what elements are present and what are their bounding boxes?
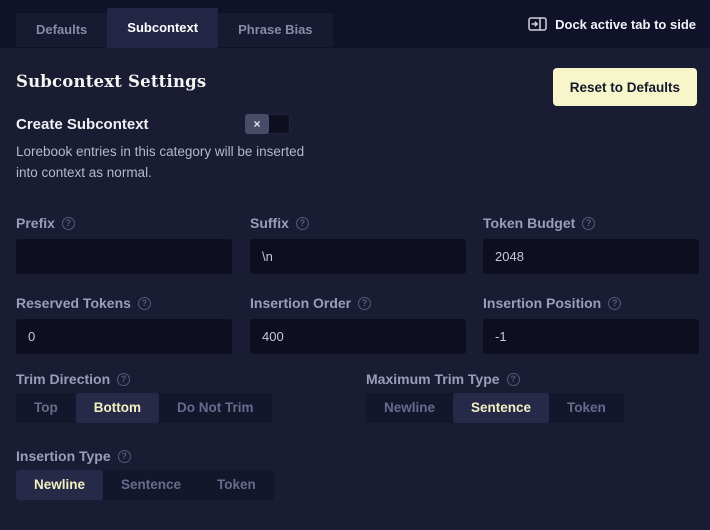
insertion-token-button[interactable]: Token bbox=[199, 470, 274, 500]
help-icon[interactable]: ? bbox=[608, 296, 622, 310]
create-subcontext-description: Lorebook entries in this category will b… bbox=[16, 142, 304, 183]
dock-active-tab-label: Dock active tab to side bbox=[555, 16, 696, 32]
maximum-trim-type-buttons: Newline Sentence Token bbox=[366, 393, 624, 423]
subcontext-settings-panel: Defaults Subcontext Phrase Bias Dock act… bbox=[0, 0, 710, 530]
maximum-trim-type-label: Maximum Trim Type bbox=[366, 371, 500, 387]
insertion-newline-button[interactable]: Newline bbox=[16, 470, 104, 500]
description-line: into context as normal. bbox=[16, 164, 152, 180]
dock-active-tab-button[interactable]: Dock active tab to side bbox=[528, 0, 696, 48]
prefix-input[interactable] bbox=[16, 239, 232, 274]
max-trim-token-button[interactable]: Token bbox=[549, 393, 624, 423]
help-icon[interactable]: ? bbox=[117, 449, 131, 463]
insertion-order-input[interactable] bbox=[250, 319, 466, 354]
reserved-tokens-label: Reserved Tokens bbox=[16, 295, 131, 311]
trim-bottom-button[interactable]: Bottom bbox=[75, 393, 159, 423]
trim-direction-buttons: Top Bottom Do Not Trim bbox=[16, 393, 272, 423]
insertion-order-field: Insertion Order ? bbox=[250, 295, 466, 354]
suffix-input[interactable] bbox=[250, 239, 466, 274]
suffix-field: Suffix ? bbox=[250, 215, 466, 274]
help-icon[interactable]: ? bbox=[358, 296, 372, 310]
help-icon[interactable]: ? bbox=[117, 372, 131, 386]
prefix-label: Prefix bbox=[16, 215, 55, 231]
create-subcontext-label: Create Subcontext bbox=[16, 116, 149, 133]
insertion-type-label: Insertion Type bbox=[16, 448, 111, 464]
insertion-type-section: Insertion Type ? Newline Sentence Token bbox=[16, 448, 274, 500]
insertion-order-label: Insertion Order bbox=[250, 295, 352, 311]
description-line: Lorebook entries in this category will b… bbox=[16, 144, 305, 159]
help-icon[interactable]: ? bbox=[506, 372, 520, 386]
insertion-position-label: Insertion Position bbox=[483, 295, 602, 311]
insertion-sentence-button[interactable]: Sentence bbox=[103, 470, 200, 500]
token-budget-field: Token Budget ? bbox=[483, 215, 699, 274]
suffix-label: Suffix bbox=[250, 215, 289, 231]
trim-direction-label: Trim Direction bbox=[16, 371, 111, 387]
toggle-off-x-icon: × bbox=[245, 114, 269, 134]
help-icon[interactable]: ? bbox=[61, 216, 75, 230]
tab-phrase-bias[interactable]: Phrase Bias bbox=[218, 13, 333, 47]
max-trim-sentence-button[interactable]: Sentence bbox=[453, 393, 550, 423]
dock-panel-right-icon bbox=[528, 17, 547, 31]
reset-to-defaults-button[interactable]: Reset to Defaults bbox=[552, 68, 697, 106]
reserved-tokens-input[interactable] bbox=[16, 319, 232, 354]
trim-do-not-trim-button[interactable]: Do Not Trim bbox=[159, 393, 272, 423]
insertion-position-input[interactable] bbox=[483, 319, 699, 354]
maximum-trim-type-section: Maximum Trim Type ? Newline Sentence Tok… bbox=[366, 371, 624, 423]
tab-bar: Defaults Subcontext Phrase Bias Dock act… bbox=[0, 0, 710, 48]
insertion-type-buttons: Newline Sentence Token bbox=[16, 470, 274, 500]
tab-defaults[interactable]: Defaults bbox=[16, 13, 108, 47]
token-budget-label: Token Budget bbox=[483, 215, 576, 231]
max-trim-newline-button[interactable]: Newline bbox=[366, 393, 454, 423]
prefix-field: Prefix ? bbox=[16, 215, 232, 274]
tab-subcontext[interactable]: Subcontext bbox=[107, 8, 219, 48]
trim-top-button[interactable]: Top bbox=[16, 393, 76, 423]
tab-strip: Defaults Subcontext Phrase Bias bbox=[16, 8, 333, 48]
help-icon[interactable]: ? bbox=[295, 216, 309, 230]
token-budget-input[interactable] bbox=[483, 239, 699, 274]
trim-direction-section: Trim Direction ? Top Bottom Do Not Trim bbox=[16, 371, 272, 423]
help-icon[interactable]: ? bbox=[582, 216, 596, 230]
page-title: Subcontext Settings bbox=[16, 72, 207, 91]
insertion-position-field: Insertion Position ? bbox=[483, 295, 699, 354]
help-icon[interactable]: ? bbox=[137, 296, 151, 310]
reserved-tokens-field: Reserved Tokens ? bbox=[16, 295, 232, 354]
create-subcontext-toggle[interactable]: × bbox=[245, 114, 290, 134]
